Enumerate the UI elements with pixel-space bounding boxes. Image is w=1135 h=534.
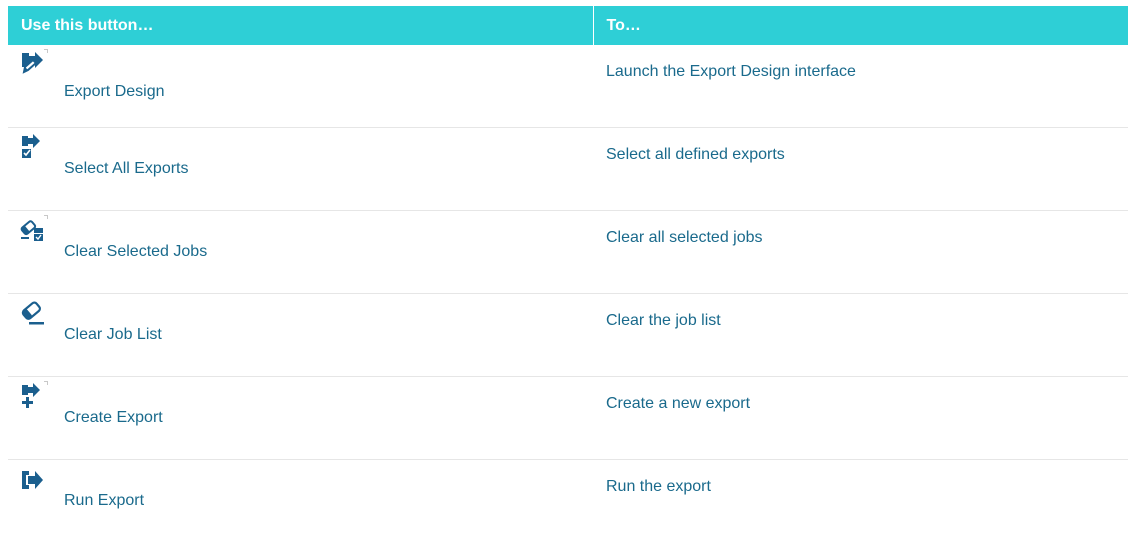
table-header-row: Use this button… To… xyxy=(8,6,1128,45)
button-label: Run Export xyxy=(64,492,144,510)
button-cell: Run Export xyxy=(8,460,593,534)
description-text: Create a new export xyxy=(606,395,750,413)
icon-frame-corner xyxy=(44,49,48,53)
table-row: Clear Selected Jobs Clear all selected j… xyxy=(8,211,1128,294)
button-cell: Select All Exports xyxy=(8,128,593,211)
table-row: Run Export Run the export xyxy=(8,460,1128,534)
description-text: Select all defined exports xyxy=(606,146,785,164)
button-label: Clear Selected Jobs xyxy=(64,243,207,261)
export-design-icon xyxy=(19,51,45,77)
run-export-icon xyxy=(19,466,45,492)
description-cell: Launch the Export Design interface xyxy=(593,45,1128,128)
button-cell: Create Export xyxy=(8,377,593,460)
button-cell: Clear Job List xyxy=(8,294,593,377)
description-text: Clear all selected jobs xyxy=(606,229,763,247)
button-cell: Clear Selected Jobs xyxy=(8,211,593,294)
table-row: Select All Exports Select all defined ex… xyxy=(8,128,1128,211)
description-cell: Select all defined exports xyxy=(593,128,1128,211)
column-header-button: Use this button… xyxy=(8,6,593,45)
description-cell: Clear all selected jobs xyxy=(593,211,1128,294)
create-export-icon xyxy=(19,383,45,409)
description-cell: Run the export xyxy=(593,460,1128,534)
button-label: Create Export xyxy=(64,409,163,427)
description-text: Launch the Export Design interface xyxy=(606,63,856,81)
table-row: Export Design Launch the Export Design i… xyxy=(8,45,1128,128)
icon-frame-corner xyxy=(44,215,48,219)
table-row: Clear Job List Clear the job list xyxy=(8,294,1128,377)
button-cell: Export Design xyxy=(8,45,593,128)
button-label: Select All Exports xyxy=(64,160,189,178)
button-label: Clear Job List xyxy=(64,326,162,344)
button-reference-table: Use this button… To… Export Design Launc… xyxy=(8,6,1128,534)
clear-job-list-icon xyxy=(19,300,45,326)
description-cell: Create a new export xyxy=(593,377,1128,460)
button-label: Export Design xyxy=(64,83,165,101)
icon-frame-corner xyxy=(44,381,48,385)
column-header-purpose: To… xyxy=(593,6,1128,45)
description-cell: Clear the job list xyxy=(593,294,1128,377)
description-text: Run the export xyxy=(606,478,711,496)
select-all-exports-icon xyxy=(19,134,45,160)
table-row: Create Export Create a new export xyxy=(8,377,1128,460)
clear-selected-jobs-icon xyxy=(19,217,45,243)
description-text: Clear the job list xyxy=(606,312,721,330)
